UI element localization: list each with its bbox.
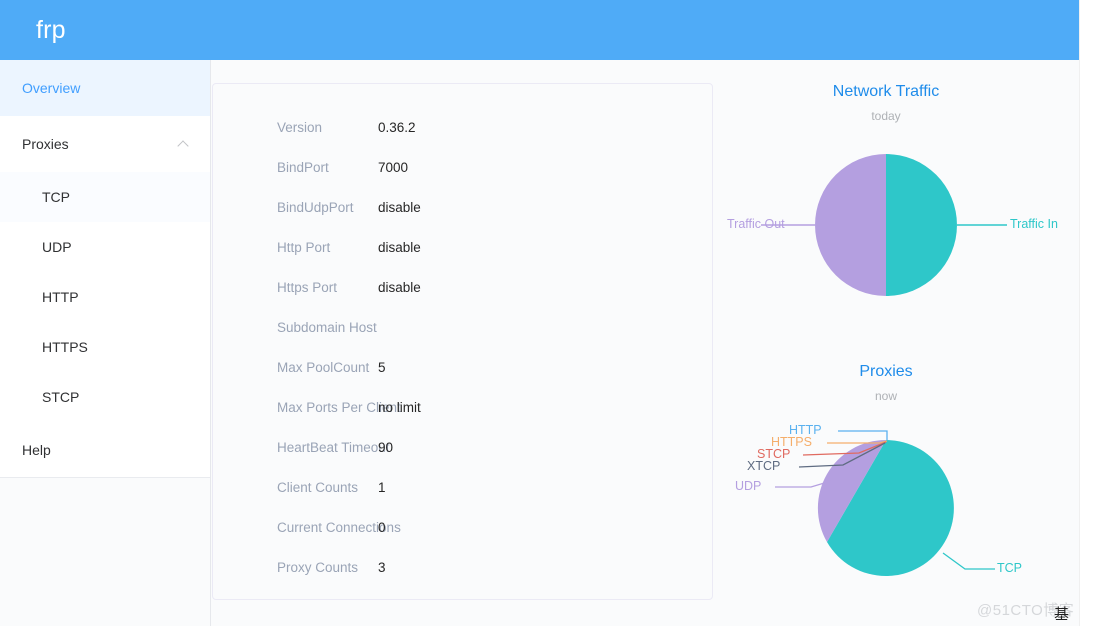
sidebar-item-overview[interactable]: Overview: [0, 60, 210, 116]
server-info-label: Http Port: [277, 239, 331, 255]
server-info-value: 0.36.2: [378, 119, 416, 135]
server-info-row: Http Port disable: [213, 227, 712, 267]
server-info-row: Proxy Counts 3: [213, 547, 712, 587]
sidebar-item-help-label: Help: [22, 442, 51, 458]
server-info-label: Client Counts: [277, 479, 359, 495]
pie-label-xtcp: XTCP: [747, 459, 781, 473]
server-info-row: HeartBeat Timeout 90: [213, 427, 712, 467]
server-info-label: Subdomain Host: [277, 319, 377, 335]
chevron-up-icon: [178, 138, 190, 150]
server-info-value: 7000: [378, 159, 409, 175]
sidebar-filler: [0, 477, 210, 626]
sidebar-item-https[interactable]: HTTPS: [0, 322, 210, 372]
server-info-label: Https Port: [277, 279, 338, 295]
sidebar-group-proxies-label: Proxies: [22, 136, 69, 152]
proxies-pie-svg: [775, 430, 995, 576]
server-info-label: Proxy Counts: [277, 559, 359, 575]
sidebar-item-stcp-label: STCP: [42, 389, 80, 405]
sidebar-item-https-label: HTTPS: [42, 339, 88, 355]
sidebar-item-stcp[interactable]: STCP: [0, 372, 210, 422]
server-info-row: Max PoolCount 5: [213, 347, 712, 387]
server-info-row: Version 0.36.2: [213, 107, 712, 147]
server-info-value: 3: [378, 559, 386, 575]
app-title: frp: [36, 15, 66, 44]
server-info-value: 90: [378, 439, 394, 455]
network-traffic-chart: Network Traffic today Traffic Out Traffi…: [703, 83, 1069, 333]
network-traffic-subtitle: today: [871, 109, 901, 123]
network-traffic-title: Network Traffic: [832, 83, 940, 100]
pie-label-traffic-in: Traffic In: [1010, 217, 1058, 231]
watermark-badge: 基础版: [1054, 606, 1070, 623]
server-info-label: BindPort: [277, 159, 329, 175]
server-info-value: disable: [378, 279, 421, 295]
server-info-row: Current Connections 0: [213, 507, 712, 547]
server-info-label: Max Ports Per Client: [277, 399, 401, 415]
server-info-label: HeartBeat Timeout: [277, 439, 390, 455]
server-info-label: BindUdpPort: [277, 199, 354, 215]
pie-label-traffic-out: Traffic Out: [727, 217, 785, 231]
sidebar-item-tcp[interactable]: TCP: [0, 172, 210, 222]
sidebar-item-udp[interactable]: UDP: [0, 222, 210, 272]
pie-slice-traffic-in[interactable]: [886, 154, 957, 296]
server-info-card: Version 0.36.2 BindPort 7000 BindUdpPort disa…: [212, 83, 713, 600]
server-info-value: disable: [378, 199, 421, 215]
server-info-label: Version: [277, 119, 323, 135]
proxies-chart-title: Proxies: [859, 363, 913, 380]
server-info-row: BindUdpPort disable: [213, 187, 712, 227]
proxies-chart: Proxies now TCP HTTP HTTPS STCP XTCP UDP: [703, 363, 1069, 625]
server-info-label: Current Connections: [277, 519, 401, 535]
sidebar-group-proxies[interactable]: Proxies: [0, 116, 210, 172]
app-header: frp: [0, 0, 1079, 60]
server-info-value: 5: [378, 359, 386, 375]
network-traffic-pie[interactable]: Traffic Out Traffic In: [703, 139, 1069, 319]
server-info-list: Version 0.36.2 BindPort 7000 BindUdpPort disa…: [213, 84, 712, 587]
vertical-scrollbar[interactable]: [1079, 0, 1093, 626]
sidebar-item-overview-label: Overview: [22, 80, 81, 96]
server-info-label: Max PoolCount: [277, 359, 370, 375]
proxies-pie[interactable]: TCP HTTP HTTPS STCP XTCP UDP: [703, 409, 1069, 619]
app-root: frp Overview Proxies TCP UDP HTTP HTTPS …: [0, 0, 1093, 626]
server-info-row: BindPort 7000: [213, 147, 712, 187]
pie-label-tcp: TCP: [997, 561, 1022, 575]
server-info-row: Client Counts 1: [213, 467, 712, 507]
server-info-row: Subdomain Host: [213, 307, 712, 347]
sidebar-item-http[interactable]: HTTP: [0, 272, 210, 322]
server-info-value: 0: [378, 519, 386, 535]
sidebar-item-tcp-label: TCP: [42, 189, 70, 205]
server-info-row: Https Port disable: [213, 267, 712, 307]
server-info-value: no limit: [378, 399, 421, 415]
pie-slice-traffic-out[interactable]: [815, 154, 886, 296]
server-info-value: disable: [378, 239, 421, 255]
leader-line-tcp: [942, 552, 995, 570]
server-info-value: 1: [378, 479, 386, 495]
sidebar-item-udp-label: UDP: [42, 239, 72, 255]
server-info-row: Max Ports Per Client no limit: [213, 387, 712, 427]
sidebar: Overview Proxies TCP UDP HTTP HTTPS STCP…: [0, 60, 211, 626]
sidebar-item-http-label: HTTP: [42, 289, 79, 305]
pie-label-udp: UDP: [735, 479, 762, 493]
proxies-chart-subtitle: now: [874, 389, 897, 403]
main-content: Version 0.36.2 BindPort 7000 BindUdpPort disa…: [211, 60, 1079, 626]
sidebar-item-help[interactable]: Help: [0, 422, 210, 478]
leader-line-http: [838, 430, 888, 440]
